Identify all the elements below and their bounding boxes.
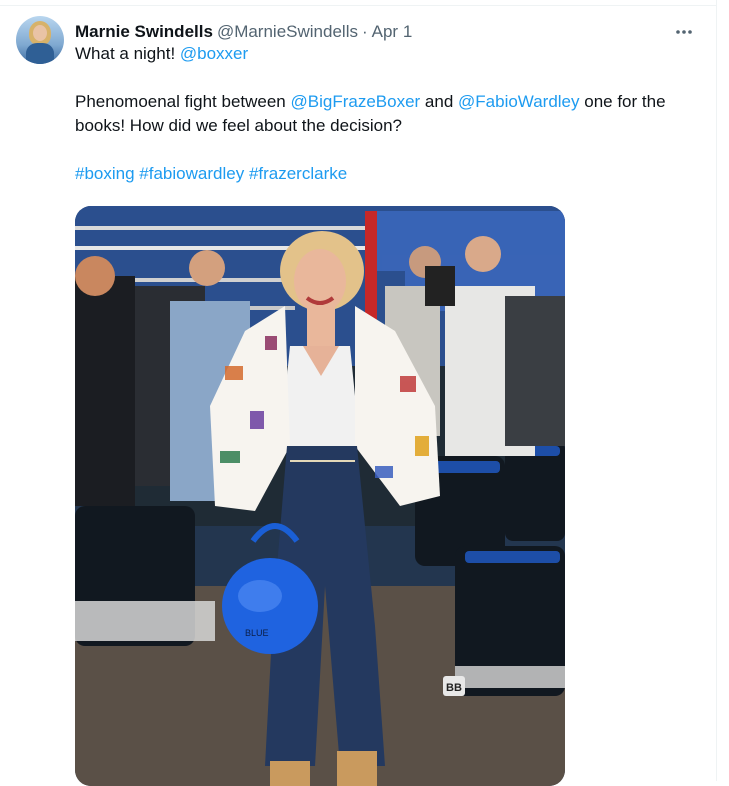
right-divider — [716, 0, 717, 781]
mention-fabiowardley[interactable]: @FabioWardley — [458, 92, 580, 111]
more-horizontal-icon — [676, 30, 692, 34]
tweet-line-2-text-a: Phenomoenal fight between — [75, 92, 291, 111]
svg-text:BLUE: BLUE — [245, 628, 269, 638]
tweet-date[interactable]: Apr 1 — [372, 22, 413, 42]
svg-text:BB: BB — [446, 682, 462, 694]
avatar-face — [33, 25, 47, 41]
tweet-photo[interactable]: Sk B — [75, 206, 565, 786]
more-options-button[interactable] — [671, 20, 697, 44]
hashtag-boxing[interactable]: #boxing — [75, 164, 135, 183]
tweet-line-2-text-b: and — [420, 92, 459, 111]
tweet-line-2: Phenomoenal fight between @BigFrazeBoxer… — [75, 90, 700, 138]
hashtag-fabiowardley[interactable]: #fabiowardley — [139, 164, 244, 183]
hashtag-line: #boxing #fabiowardley #frazerclarke — [75, 162, 700, 186]
tweet-content: Marnie Swindells @MarnieSwindells · Apr … — [75, 16, 700, 786]
top-divider — [0, 5, 716, 6]
author-handle[interactable]: @MarnieSwindells — [217, 22, 358, 42]
tweet-header: Marnie Swindells @MarnieSwindells · Apr … — [75, 22, 700, 42]
mention-bigfrazeboxer[interactable]: @BigFrazeBoxer — [291, 92, 421, 111]
mention-boxxer[interactable]: @boxxer — [180, 44, 248, 63]
tweet-line-1-text: What a night! — [75, 44, 180, 63]
hashtag-frazerclarke[interactable]: #frazerclarke — [249, 164, 347, 183]
author-name[interactable]: Marnie Swindells — [75, 22, 213, 42]
arena-photo: Sk B — [75, 206, 565, 786]
separator-dot: · — [361, 22, 368, 41]
tweet-text: What a night! @boxxer Phenomoenal fight … — [75, 42, 700, 186]
tweet-line-1: What a night! @boxxer — [75, 42, 700, 66]
avatar[interactable] — [16, 16, 64, 64]
avatar-body — [26, 43, 54, 64]
